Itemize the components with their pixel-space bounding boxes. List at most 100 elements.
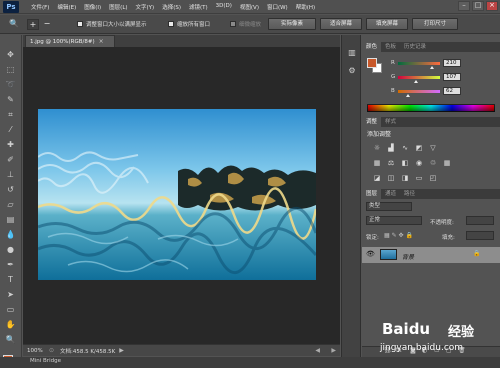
clone-stamp-tool-icon[interactable]: ⊥ xyxy=(4,169,17,181)
gradient-tool-icon[interactable]: ▤ xyxy=(4,214,17,226)
scrubby-zoom-option[interactable]: 细微缩放 xyxy=(230,20,261,28)
scroll-right-icon[interactable]: ▶ xyxy=(331,347,336,354)
menu-help[interactable]: 帮助(H) xyxy=(292,3,319,11)
minimize-button[interactable]: – xyxy=(458,1,470,11)
menu-edit[interactable]: 编辑(E) xyxy=(53,3,80,11)
layer-filter-select[interactable]: 类型 xyxy=(366,202,412,211)
zoom-level[interactable]: 100% xyxy=(27,348,49,354)
photo-filter-icon[interactable]: ◉ xyxy=(414,158,424,168)
red-value[interactable]: 210 xyxy=(443,59,461,67)
document-tab[interactable]: 1.jpg @ 100%(RGB/8#) × xyxy=(25,35,115,47)
tab-layers[interactable]: 图层 xyxy=(362,189,382,199)
black-white-icon[interactable]: ◧ xyxy=(400,158,410,168)
lasso-tool-icon[interactable]: ➰ xyxy=(4,79,17,91)
menu-layer[interactable]: 图层(L) xyxy=(105,3,131,11)
menu-image[interactable]: 图像(I) xyxy=(80,3,105,11)
menu-window[interactable]: 窗口(W) xyxy=(263,3,292,11)
menu-view[interactable]: 视图(V) xyxy=(236,3,263,11)
zoom-icon[interactable]: 🔍 xyxy=(4,334,17,346)
tab-history[interactable]: 历史记录 xyxy=(400,42,430,52)
blur-tool-icon[interactable]: 💧 xyxy=(4,229,17,241)
zoom-all-option[interactable]: 缩放所有窗口 xyxy=(168,20,210,28)
move-tool-icon[interactable]: ✥ xyxy=(4,49,17,61)
tab-paths[interactable]: 路径 xyxy=(400,189,419,199)
mini-bridge-tab[interactable]: Mini Bridge xyxy=(30,358,61,364)
menu-select[interactable]: 选择(S) xyxy=(158,3,185,11)
tab-adjustments[interactable]: 调整 xyxy=(362,117,382,127)
red-slider[interactable] xyxy=(398,62,440,65)
menu-type[interactable]: 文字(Y) xyxy=(132,3,159,11)
path-select-tool-icon[interactable]: ➤ xyxy=(4,289,17,301)
visibility-eye-icon[interactable]: 👁 xyxy=(366,250,375,258)
levels-icon[interactable]: ▟ xyxy=(386,143,396,153)
fill-screen-button[interactable]: 填充屏幕 xyxy=(366,18,408,30)
menu-3d[interactable]: 3D(D) xyxy=(212,3,236,11)
healing-brush-tool-icon[interactable]: ✚ xyxy=(4,139,17,151)
invert-icon[interactable]: ◪ xyxy=(372,173,382,183)
layer-name[interactable]: 背景 xyxy=(402,252,414,261)
pen-tool-icon[interactable]: ✒ xyxy=(4,259,17,271)
posterize-icon[interactable]: ◫ xyxy=(386,173,396,183)
color-balance-icon[interactable]: ⚖ xyxy=(386,158,396,168)
document-image[interactable] xyxy=(38,109,316,280)
red-slider-thumb[interactable] xyxy=(430,66,435,69)
hand-tool-icon[interactable]: ✋ xyxy=(4,319,17,331)
history-panel-icon[interactable]: ▥ xyxy=(346,47,358,59)
zoom-out-icon[interactable]: − xyxy=(41,19,53,30)
green-slider[interactable] xyxy=(398,76,440,79)
curves-icon[interactable]: ∿ xyxy=(400,143,410,153)
opacity-input[interactable] xyxy=(466,216,494,225)
tab-color[interactable]: 颜色 xyxy=(362,42,382,52)
quick-select-tool-icon[interactable]: ✎ xyxy=(4,94,17,106)
foreground-color-swatch[interactable] xyxy=(367,58,377,68)
adjustments-title: 添加调整 xyxy=(367,131,392,138)
history-brush-tool-icon[interactable]: ↺ xyxy=(4,184,17,196)
threshold-icon[interactable]: ◨ xyxy=(400,173,410,183)
brightness-contrast-icon[interactable]: ☼ xyxy=(372,143,382,153)
blue-value[interactable]: 62 xyxy=(443,87,461,95)
actions-panel-icon[interactable]: ⚙ xyxy=(346,65,358,77)
exposure-icon[interactable]: ◩ xyxy=(414,143,424,153)
marquee-tool-icon[interactable]: ⬚ xyxy=(4,64,17,76)
gradient-map-icon[interactable]: ▭ xyxy=(414,173,424,183)
tab-swatches[interactable]: 色板 xyxy=(381,42,400,52)
eyedropper-tool-icon[interactable]: ⁄ xyxy=(4,124,17,136)
maximize-button[interactable]: □ xyxy=(472,1,484,11)
close-icon[interactable]: × xyxy=(99,38,104,45)
blue-slider[interactable] xyxy=(398,90,440,93)
scroll-left-icon[interactable]: ◀ xyxy=(315,347,320,354)
fit-screen-button[interactable]: 适合屏幕 xyxy=(320,18,362,30)
zoom-tool-icon[interactable]: 🔍 xyxy=(8,19,20,30)
selective-color-icon[interactable]: ◰ xyxy=(428,173,438,183)
shape-tool-icon[interactable]: ▭ xyxy=(4,304,17,316)
fill-label: 填充: xyxy=(442,235,455,241)
fill-input[interactable] xyxy=(466,231,494,240)
blend-mode-select[interactable]: 正常 xyxy=(366,216,422,225)
vibrance-icon[interactable]: ▽ xyxy=(428,143,438,153)
tab-styles[interactable]: 样式 xyxy=(381,117,400,127)
menu-file[interactable]: 文件(F) xyxy=(27,3,53,11)
channel-mixer-icon[interactable]: ♲ xyxy=(428,158,438,168)
hue-saturation-icon[interactable]: ▦ xyxy=(372,158,382,168)
zoom-in-icon[interactable]: + xyxy=(27,19,39,30)
zoom-all-checkbox[interactable] xyxy=(168,21,174,27)
dodge-tool-icon[interactable]: ● xyxy=(4,244,17,256)
eraser-tool-icon[interactable]: ▱ xyxy=(4,199,17,211)
type-tool-icon[interactable]: T xyxy=(4,274,17,286)
resize-windows-checkbox[interactable] xyxy=(77,21,83,27)
color-lookup-icon[interactable]: ▦ xyxy=(442,158,452,168)
green-slider-thumb[interactable] xyxy=(413,80,418,83)
status-menu-icon[interactable]: ▶ xyxy=(119,347,124,354)
print-size-button[interactable]: 打印尺寸 xyxy=(412,18,458,30)
resize-windows-option[interactable]: 调整窗口大小以满屏显示 xyxy=(77,20,147,28)
close-button[interactable]: × xyxy=(486,1,498,11)
lock-icons[interactable]: ▦ ✎ ✥ 🔒 xyxy=(384,232,413,239)
actual-pixels-button[interactable]: 实际像素 xyxy=(268,18,316,30)
brush-tool-icon[interactable]: ✐ xyxy=(4,154,17,166)
crop-tool-icon[interactable]: ⌗ xyxy=(4,109,17,121)
tab-channels[interactable]: 通道 xyxy=(381,189,400,199)
scrubby-zoom-checkbox[interactable] xyxy=(230,21,236,27)
menu-filter[interactable]: 滤镜(T) xyxy=(185,3,212,11)
blue-slider-thumb[interactable] xyxy=(406,94,411,97)
green-value[interactable]: 107 xyxy=(443,73,461,81)
